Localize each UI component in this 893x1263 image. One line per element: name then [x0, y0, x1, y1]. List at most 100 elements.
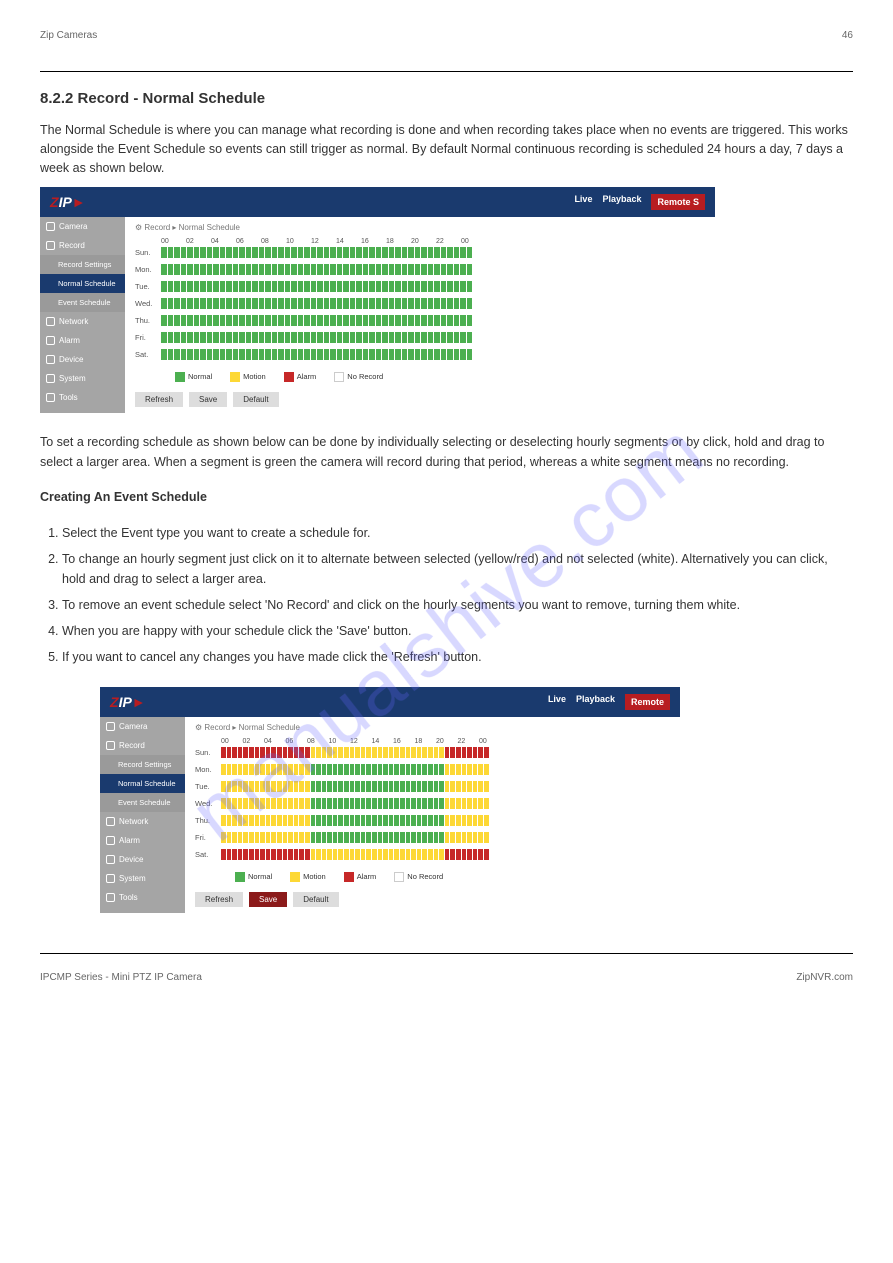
network-icon: [46, 317, 55, 326]
sidebar-2: CameraRecordRecord SettingsNormal Schedu…: [100, 717, 185, 913]
sidebar-item-record-settings[interactable]: Record Settings: [40, 255, 125, 274]
day-row-Mon: Mon.: [135, 264, 705, 275]
default-button-2[interactable]: Default: [293, 892, 338, 907]
alarm-icon: [106, 836, 115, 845]
day-row-Mon: Mon.: [195, 764, 670, 775]
nav-live-2[interactable]: Live: [548, 694, 566, 710]
main-panel: ⚙ Record ▸ Normal Schedule 0002040608101…: [125, 217, 715, 413]
tools-icon: [46, 393, 55, 402]
sidebar-item-record[interactable]: Record: [100, 736, 185, 755]
sidebar-item-network[interactable]: Network: [40, 312, 125, 331]
main-panel-2: ⚙ Record ▸ Normal Schedule 0002040608101…: [185, 717, 680, 913]
sidebar-item-tools[interactable]: Tools: [100, 888, 185, 907]
swatch-normal-2: [235, 872, 245, 882]
sidebar-item-normal-schedule[interactable]: Normal Schedule: [40, 274, 125, 293]
sidebar-item-alarm[interactable]: Alarm: [40, 331, 125, 350]
schedule-grid-2[interactable]: 00020406081012141618202200 Sun.Mon.Tue.W…: [195, 738, 670, 866]
header-rule: [40, 71, 853, 72]
legend-motion[interactable]: Motion: [243, 372, 266, 381]
sidebar: CameraRecordRecord SettingsNormal Schedu…: [40, 217, 125, 413]
topbar: ZIP► Live Playback Remote S: [40, 187, 715, 217]
sidebar-item-network[interactable]: Network: [100, 812, 185, 831]
swatch-alarm: [284, 372, 294, 382]
sidebar-item-record[interactable]: Record: [40, 236, 125, 255]
swatch-alarm-2: [344, 872, 354, 882]
sidebar-item-device[interactable]: Device: [100, 850, 185, 869]
steps-heading: Creating An Event Schedule: [40, 488, 853, 507]
footer-right: ZipNVR.com: [796, 972, 853, 983]
day-row-Thu: Thu.: [195, 815, 670, 826]
sidebar-item-camera[interactable]: Camera: [40, 217, 125, 236]
nav-playback-2[interactable]: Playback: [576, 694, 615, 710]
day-row-Tue: Tue.: [135, 281, 705, 292]
legend-norecord-2[interactable]: No Record: [407, 872, 443, 881]
day-row-Wed: Wed.: [195, 798, 670, 809]
paragraph-2: To set a recording schedule as shown bel…: [40, 433, 853, 472]
sidebar-item-alarm[interactable]: Alarm: [100, 831, 185, 850]
footer-left: IPCMP Series - Mini PTZ IP Camera: [40, 972, 202, 983]
sidebar-item-system[interactable]: System: [100, 869, 185, 888]
system-icon: [106, 874, 115, 883]
breadcrumb: ⚙ Record ▸ Normal Schedule: [135, 223, 705, 232]
legend-normal-2[interactable]: Normal: [248, 872, 272, 881]
refresh-button-2[interactable]: Refresh: [195, 892, 243, 907]
topbar-2: ZIP► Live Playback Remote: [100, 687, 680, 717]
sidebar-item-camera[interactable]: Camera: [100, 717, 185, 736]
refresh-button[interactable]: Refresh: [135, 392, 183, 407]
header-left: Zip Cameras: [40, 30, 97, 41]
nav-playback[interactable]: Playback: [602, 194, 641, 210]
nav-remote-2[interactable]: Remote: [625, 694, 670, 710]
legend-norecord[interactable]: No Record: [347, 372, 383, 381]
default-button[interactable]: Default: [233, 392, 278, 407]
day-row-Thu: Thu.: [135, 315, 705, 326]
schedule-grid[interactable]: 00020406081012141618202200 Sun.Mon.Tue.W…: [135, 238, 705, 366]
step-item: To change an hourly segment just click o…: [62, 549, 853, 589]
day-row-Sun: Sun.: [135, 247, 705, 258]
top-nav: Live Playback Remote S: [574, 194, 705, 210]
header-right: 46: [842, 30, 853, 41]
system-icon: [46, 374, 55, 383]
legend: Normal Motion Alarm No Record: [175, 372, 705, 382]
step-item: Select the Event type you want to create…: [62, 523, 853, 543]
camera-icon: [106, 722, 115, 731]
step-item: To remove an event schedule select 'No R…: [62, 595, 853, 615]
sidebar-item-event-schedule[interactable]: Event Schedule: [100, 793, 185, 812]
step-item: If you want to cancel any changes you ha…: [62, 647, 853, 667]
sidebar-item-device[interactable]: Device: [40, 350, 125, 369]
hour-labels: 00020406081012141618202200: [161, 238, 705, 245]
section-title: 8.2.2 Record - Normal Schedule: [40, 90, 853, 107]
button-row: Refresh Save Default: [135, 392, 705, 407]
page: Zip Cameras 46 8.2.2 Record - Normal Sch…: [0, 0, 893, 1015]
device-icon: [106, 855, 115, 864]
screenshot-1: ZIP► Live Playback Remote S CameraRecord…: [40, 187, 715, 413]
legend-motion-2[interactable]: Motion: [303, 872, 326, 881]
legend-normal[interactable]: Normal: [188, 372, 212, 381]
day-row-Sat: Sat.: [135, 349, 705, 360]
sidebar-item-normal-schedule[interactable]: Normal Schedule: [100, 774, 185, 793]
tools-icon: [106, 893, 115, 902]
legend-alarm-2[interactable]: Alarm: [357, 872, 377, 881]
swatch-motion: [230, 372, 240, 382]
device-icon: [46, 355, 55, 364]
steps-list: Select the Event type you want to create…: [62, 523, 853, 667]
breadcrumb-2: ⚙ Record ▸ Normal Schedule: [195, 723, 670, 732]
day-row-Sat: Sat.: [195, 849, 670, 860]
sidebar-item-event-schedule[interactable]: Event Schedule: [40, 293, 125, 312]
save-button-2[interactable]: Save: [249, 892, 287, 907]
footer-rule: [40, 953, 853, 954]
nav-live[interactable]: Live: [574, 194, 592, 210]
sidebar-item-tools[interactable]: Tools: [40, 388, 125, 407]
record-icon: [46, 241, 55, 250]
sidebar-item-system[interactable]: System: [40, 369, 125, 388]
nav-remote[interactable]: Remote S: [651, 194, 705, 210]
network-icon: [106, 817, 115, 826]
alarm-icon: [46, 336, 55, 345]
save-button[interactable]: Save: [189, 392, 227, 407]
footer-row: IPCMP Series - Mini PTZ IP Camera ZipNVR…: [40, 972, 853, 983]
legend-alarm[interactable]: Alarm: [297, 372, 317, 381]
camera-icon: [46, 222, 55, 231]
record-icon: [106, 741, 115, 750]
header-row: Zip Cameras 46: [40, 30, 853, 41]
sidebar-item-record-settings[interactable]: Record Settings: [100, 755, 185, 774]
logo: ZIP►: [50, 194, 86, 210]
